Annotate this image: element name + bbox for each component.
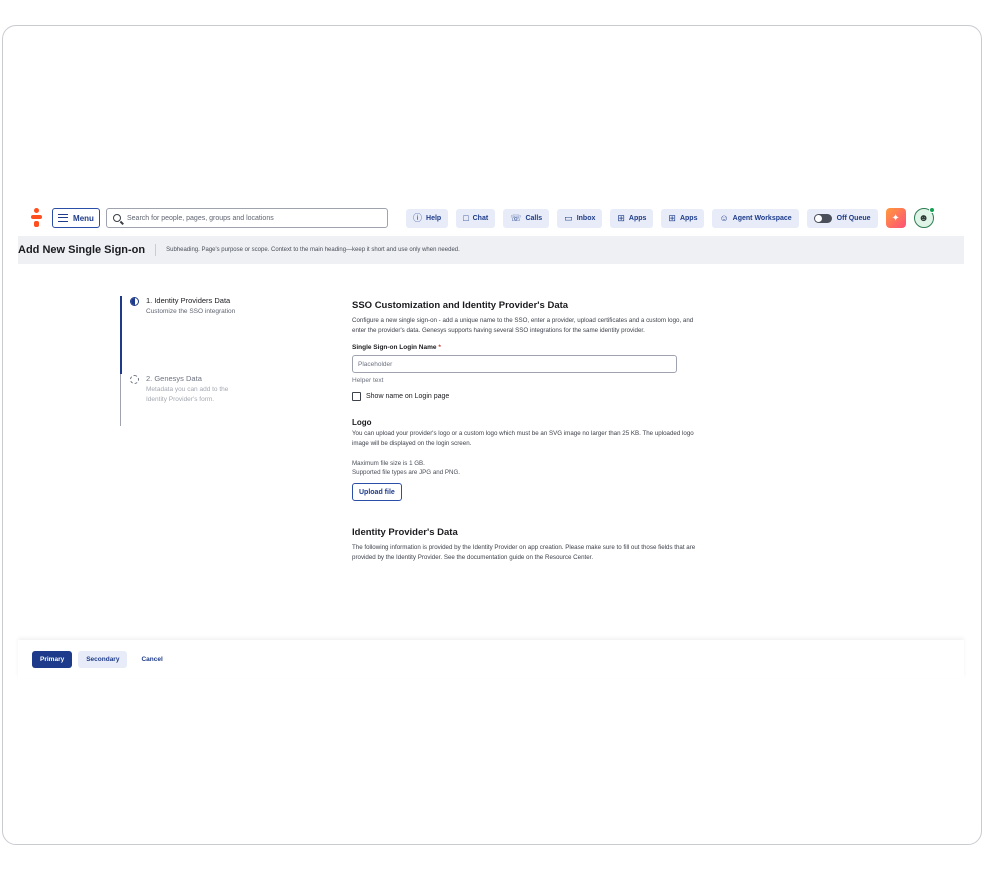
page-header: Add New Single Sign-on Subheading. Page'… — [18, 236, 964, 264]
search-icon — [113, 214, 121, 222]
half-progress-icon — [130, 297, 139, 306]
agent-icon: ☺ — [719, 212, 729, 223]
step-description: Metadata you can add to the Identity Pro… — [146, 386, 229, 403]
logo-title: Logo — [352, 418, 372, 427]
top-navigation-bar: Menu Search for people, pages, groups an… — [20, 202, 964, 234]
help-button[interactable]: ⓘ Help — [406, 208, 449, 228]
max-file-size: Maximum file size is 1 GB. — [352, 460, 425, 467]
step-title: 1. Identity Providers Data — [146, 296, 231, 305]
agent-workspace-button[interactable]: ☺ Agent Workspace — [712, 208, 799, 228]
chat-label: Chat — [472, 214, 489, 222]
stepper-active-rail — [120, 296, 122, 374]
step-genesys-data[interactable]: 2. Genesys Data Metadata you can add to … — [130, 374, 246, 405]
online-status-dot — [928, 207, 935, 213]
menu-label: Menu — [73, 213, 94, 223]
logo-description: You can upload your provider's logo or a… — [352, 430, 694, 447]
helper-text: Helper text — [352, 377, 384, 384]
help-label: Help — [426, 214, 442, 222]
page-title: Add New Single Sign-on — [18, 244, 146, 256]
ai-assistant-button[interactable]: ✦ — [885, 208, 906, 228]
step-title: 2. Genesys Data — [146, 374, 202, 383]
menu-button[interactable]: Menu — [52, 208, 100, 228]
chat-button[interactable]: □ Chat — [456, 208, 496, 228]
login-name-label: Single Sign-on Login Name * — [352, 344, 708, 351]
chat-icon: □ — [463, 212, 469, 223]
hamburger-icon — [58, 214, 69, 222]
apps-button[interactable]: ⊞ Apps — [610, 208, 654, 228]
login-name-placeholder: Placeholder — [358, 360, 393, 368]
section-title: SSO Customization and Identity Provider'… — [352, 300, 569, 311]
phone-icon: ☏ — [510, 212, 522, 223]
avatar[interactable]: ☻ — [913, 207, 935, 228]
step-description: Customize the SSO integration — [146, 308, 236, 315]
required-asterisk: * — [438, 344, 441, 351]
idp-section-description: The following information is provided by… — [352, 544, 696, 561]
search-input[interactable]: Search for people, pages, groups and loc… — [106, 208, 388, 228]
secondary-button[interactable]: Secondary — [78, 650, 128, 668]
help-icon: ⓘ — [413, 212, 423, 223]
login-name-input[interactable]: Placeholder — [352, 355, 677, 373]
cancel-button[interactable]: Cancel — [133, 651, 170, 668]
genesys-logo-icon — [30, 207, 44, 229]
stepper: 1. Identity Providers Data Customize the… — [120, 296, 310, 426]
apps-button-2[interactable]: ⊞ Apps — [661, 208, 705, 228]
queue-toggle[interactable]: Off Queue — [806, 208, 878, 228]
step-identity-providers[interactable]: 1. Identity Providers Data Customize the… — [130, 296, 246, 317]
login-name-label-text: Single Sign-on Login Name — [352, 344, 437, 351]
user-face-icon: ☻ — [918, 212, 929, 224]
section-description: Configure a new single sign-on - add a u… — [352, 317, 694, 334]
toggle-switch-icon — [813, 213, 832, 223]
apps-icon: ⊞ — [668, 212, 676, 223]
apps-label: Apps — [679, 214, 698, 222]
header-divider — [155, 244, 157, 256]
inbox-label: Inbox — [576, 214, 596, 222]
show-name-label: Show name on Login page — [366, 393, 450, 400]
calls-label: Calls — [525, 214, 543, 222]
pending-step-icon — [130, 375, 139, 384]
agent-workspace-label: Agent Workspace — [732, 214, 792, 222]
form-content: SSO Customization and Identity Provider'… — [352, 300, 708, 563]
page-subheading: Subheading. Page's purpose or scope. Con… — [166, 247, 460, 253]
supported-file-types: Supported file types are JPG and PNG. — [352, 469, 460, 476]
file-requirements: Maximum file size is 1 GB. Supported fil… — [352, 459, 708, 477]
sparkle-icon: ✦ — [891, 212, 900, 224]
idp-section-title: Identity Provider's Data — [352, 527, 458, 538]
apps-label: Apps — [628, 214, 647, 222]
show-name-checkbox[interactable] — [352, 392, 361, 401]
upload-file-button[interactable]: Upload file — [352, 483, 402, 501]
inbox-icon: ▭ — [564, 212, 573, 223]
apps-icon: ⊞ — [617, 212, 625, 223]
search-placeholder: Search for people, pages, groups and loc… — [127, 214, 274, 222]
form-footer: Primary Secondary Cancel — [18, 640, 964, 678]
primary-button[interactable]: Primary — [32, 650, 73, 668]
inbox-button[interactable]: ▭ Inbox — [557, 208, 603, 228]
queue-label: Off Queue — [836, 214, 871, 222]
calls-button[interactable]: ☏ Calls — [503, 208, 550, 228]
show-name-checkbox-row[interactable]: Show name on Login page — [352, 392, 708, 401]
